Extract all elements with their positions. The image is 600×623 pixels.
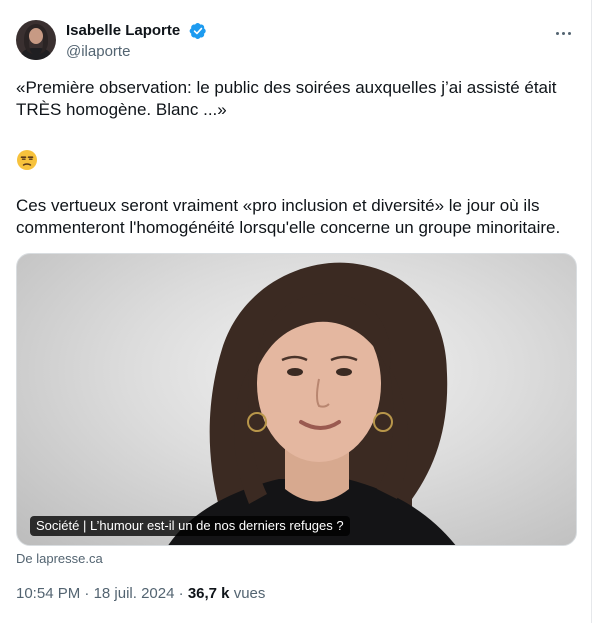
tweet-header: Isabelle Laporte @ilaporte	[16, 20, 575, 64]
meta-separator: ·	[84, 585, 90, 602]
tweet-date[interactable]: 18 juil. 2024	[94, 585, 175, 602]
more-options-icon[interactable]	[551, 24, 575, 42]
tweet-text-paragraph-1: «Première observation: le public des soi…	[16, 78, 557, 119]
verified-badge-icon[interactable]	[189, 22, 207, 40]
author-names: Isabelle Laporte @ilaporte	[66, 21, 207, 62]
link-card-image[interactable]: Société | L’humour est-il un de nos dern…	[16, 253, 577, 546]
tweet-time[interactable]: 10:54 PM	[16, 585, 80, 602]
unamused-face-emoji-icon	[17, 150, 37, 170]
tweet-meta: 10:54 PM · 18 juil. 2024 · 36,7 k vues	[16, 584, 265, 604]
tweet-card: Isabelle Laporte @ilaporte «Première obs…	[0, 0, 592, 623]
link-card-caption[interactable]: Société | L’humour est-il un de nos dern…	[30, 516, 350, 536]
views-count: 36,7 k	[187, 585, 230, 602]
portrait-illustration	[168, 262, 456, 545]
views-label: vues	[233, 585, 266, 602]
meta-separator: ·	[178, 585, 184, 602]
link-source[interactable]: De lapresse.ca	[16, 551, 103, 567]
display-name[interactable]: Isabelle Laporte	[66, 21, 180, 41]
handle[interactable]: @ilaporte	[66, 42, 207, 62]
tweet-text-paragraph-2: Ces vertueux seront vraiment «pro inclus…	[16, 196, 561, 237]
avatar[interactable]	[16, 20, 56, 60]
